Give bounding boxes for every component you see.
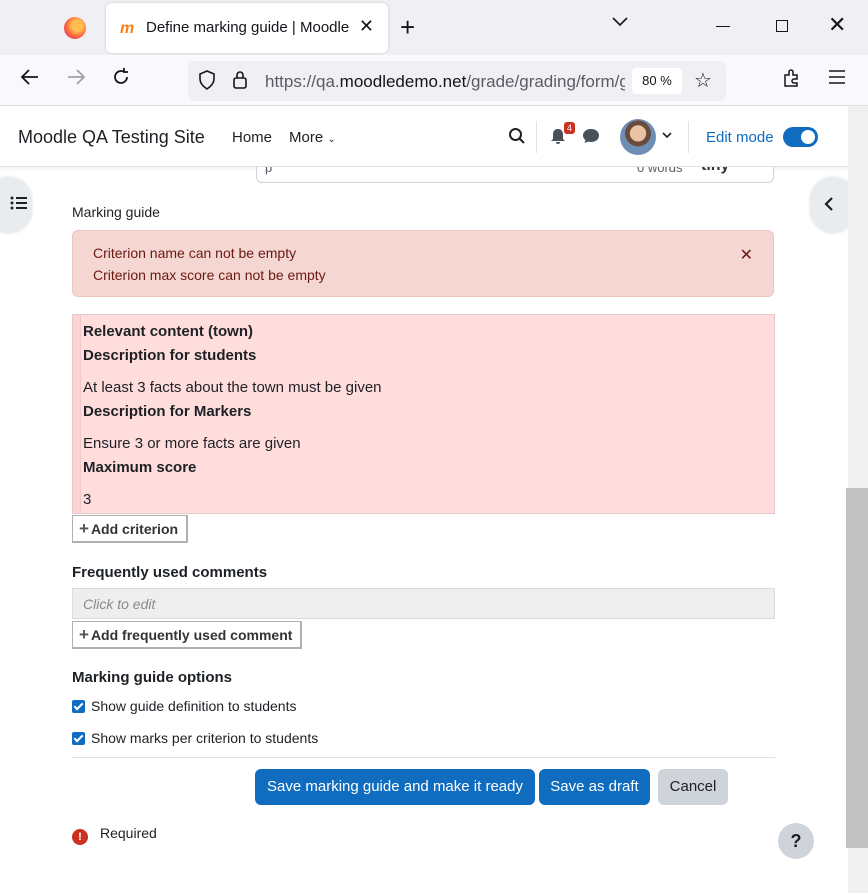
required-icon: ! bbox=[72, 829, 88, 845]
nav-more[interactable]: More ⌄ bbox=[289, 129, 336, 146]
cancel-button[interactable]: Cancel bbox=[658, 769, 728, 805]
course-index-drawer-button[interactable] bbox=[0, 177, 32, 233]
edit-mode-label: Edit mode bbox=[706, 129, 774, 146]
reload-icon[interactable] bbox=[111, 67, 131, 93]
user-menu-chevron-icon[interactable] bbox=[662, 128, 672, 142]
max-score-label: Maximum score bbox=[83, 459, 197, 476]
nav-more-label: More bbox=[289, 129, 324, 146]
scrollbar-thumb[interactable] bbox=[846, 488, 868, 848]
bookmark-star-icon[interactable]: ☆ bbox=[694, 68, 712, 93]
save-and-make-ready-button[interactable]: Save marking guide and make it ready bbox=[255, 769, 535, 805]
show-marks-checkbox[interactable] bbox=[72, 732, 85, 745]
nav-home[interactable]: Home bbox=[232, 129, 272, 146]
plus-icon: + bbox=[79, 519, 89, 538]
max-score[interactable]: 3 bbox=[83, 491, 91, 508]
menu-icon[interactable] bbox=[828, 68, 846, 91]
error-message: Criterion name can not be empty bbox=[93, 245, 297, 261]
edit-mode-toggle[interactable] bbox=[783, 127, 818, 147]
list-icon bbox=[10, 195, 28, 216]
close-icon[interactable]: ✕ bbox=[740, 245, 753, 265]
lock-icon[interactable] bbox=[232, 70, 248, 95]
marking-guide-label: Marking guide bbox=[72, 204, 160, 220]
list-tabs-icon[interactable] bbox=[612, 14, 628, 30]
back-icon[interactable] bbox=[20, 67, 40, 93]
divider bbox=[536, 121, 537, 153]
comments-placeholder: Click to edit bbox=[83, 596, 156, 612]
site-name[interactable]: Moodle QA Testing Site bbox=[18, 127, 205, 148]
add-criterion-button[interactable]: + Add criterion bbox=[72, 515, 189, 543]
desc-students-label: Description for students bbox=[83, 347, 257, 364]
required-note: ! Required bbox=[72, 825, 157, 845]
tab-title: Define marking guide | Moodle bbox=[146, 19, 350, 36]
show-definition-label[interactable]: Show guide definition to students bbox=[91, 698, 296, 714]
desc-markers-label: Description for Markers bbox=[83, 403, 252, 420]
zoom-level[interactable]: 80 % bbox=[632, 68, 682, 94]
desc-students[interactable]: At least 3 facts about the town must be … bbox=[83, 379, 382, 396]
shield-icon[interactable] bbox=[198, 70, 216, 95]
divider bbox=[688, 121, 689, 153]
maximize-icon[interactable] bbox=[776, 20, 788, 32]
search-icon[interactable] bbox=[508, 127, 526, 150]
moodle-favicon-icon: m bbox=[120, 20, 135, 37]
url-text[interactable]: https://qa.moodledemo.net/grade/grading/… bbox=[265, 72, 625, 92]
show-definition-option: Show guide definition to students bbox=[72, 698, 296, 714]
messages-icon[interactable] bbox=[582, 128, 600, 149]
criterion-controls bbox=[73, 315, 81, 513]
add-comment-button[interactable]: + Add frequently used comment bbox=[72, 621, 303, 649]
browser-nav-bar: https://qa.moodledemo.net/grade/grading/… bbox=[0, 55, 868, 106]
show-definition-checkbox[interactable] bbox=[72, 700, 85, 713]
editor-word-count: 0 words bbox=[637, 167, 683, 175]
chevron-left-icon bbox=[823, 196, 835, 217]
marking-guide-options-heading: Marking guide options bbox=[72, 669, 232, 686]
error-alert: Criterion name can not be empty Criterio… bbox=[72, 230, 774, 297]
url-bar[interactable]: https://qa.moodledemo.net/grade/grading/… bbox=[188, 61, 726, 101]
main-content: p 0 words tiny Marking guide Criterion n… bbox=[0, 167, 848, 893]
criterion-name[interactable]: Relevant content (town) bbox=[83, 323, 253, 340]
avatar[interactable] bbox=[620, 119, 656, 155]
block-drawer-button[interactable] bbox=[810, 177, 848, 233]
firefox-icon[interactable] bbox=[64, 17, 86, 39]
notification-count-badge: 4 bbox=[564, 122, 576, 134]
divider bbox=[72, 757, 775, 758]
close-tab-icon[interactable]: ✕ bbox=[359, 16, 374, 37]
minimize-icon[interactable] bbox=[716, 26, 730, 27]
tiny-logo[interactable]: tiny bbox=[701, 167, 729, 175]
error-message: Criterion max score can not be empty bbox=[93, 267, 326, 283]
extensions-icon[interactable] bbox=[782, 68, 802, 94]
desc-markers[interactable]: Ensure 3 or more facts are given bbox=[83, 435, 301, 452]
comments-input[interactable]: Click to edit bbox=[72, 588, 775, 619]
show-marks-label[interactable]: Show marks per criterion to students bbox=[91, 730, 318, 746]
window-close-icon[interactable]: ✕ bbox=[828, 14, 846, 36]
editor-status-bar: p 0 words tiny bbox=[256, 167, 774, 183]
browser-tab[interactable]: m Define marking guide | Moodle ✕ bbox=[106, 3, 388, 53]
help-button[interactable]: ? bbox=[778, 823, 814, 859]
save-as-draft-button[interactable]: Save as draft bbox=[539, 769, 650, 805]
required-label: Required bbox=[100, 825, 157, 841]
forward-icon[interactable] bbox=[66, 67, 86, 93]
criterion-row: Relevant content (town) Description for … bbox=[72, 314, 775, 514]
editor-path[interactable]: p bbox=[265, 167, 272, 175]
frequently-used-comments-heading: Frequently used comments bbox=[72, 564, 268, 581]
moodle-navbar: Moodle QA Testing Site Home More ⌄ 4 Edi… bbox=[0, 106, 848, 167]
show-marks-option: Show marks per criterion to students bbox=[72, 730, 318, 746]
add-comment-label: Add frequently used comment bbox=[90, 627, 293, 643]
chevron-down-icon: ⌄ bbox=[327, 134, 336, 145]
add-criterion-label: Add criterion bbox=[90, 521, 179, 537]
plus-icon: + bbox=[79, 625, 89, 644]
new-tab-icon[interactable]: + bbox=[400, 12, 415, 43]
browser-tab-bar: m Define marking guide | Moodle ✕ + ✕ bbox=[0, 0, 868, 55]
